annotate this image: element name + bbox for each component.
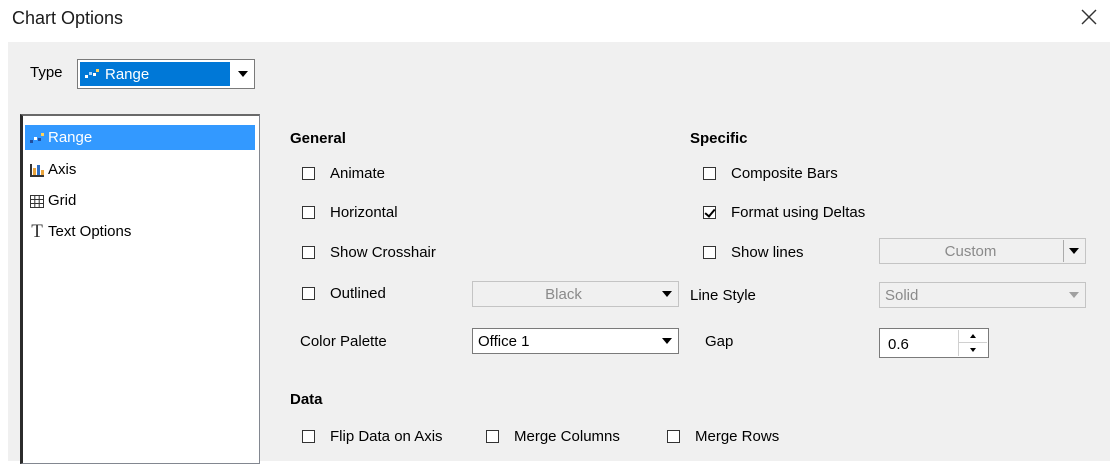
animate-checkbox[interactable] (302, 167, 315, 180)
animate-option[interactable]: Animate (302, 165, 385, 182)
close-button[interactable] (1076, 4, 1102, 30)
tree-item-axis[interactable]: Axis (25, 157, 255, 182)
composite-bars-checkbox[interactable] (703, 167, 716, 180)
type-label: Type (30, 64, 63, 81)
gap-increment-button[interactable] (959, 330, 987, 343)
color-palette-arrow[interactable] (657, 330, 677, 352)
type-dropdown-arrow[interactable] (233, 61, 253, 87)
tree-item-label: Grid (48, 192, 77, 209)
chevron-down-icon (1069, 292, 1079, 298)
crosshair-label: Show Crosshair (330, 244, 436, 261)
merge-rows-checkbox[interactable] (667, 430, 680, 443)
tree-item-label: Axis (48, 161, 77, 178)
tree-item-label: Range (48, 129, 93, 146)
outlined-label: Outlined (330, 285, 386, 302)
close-icon (1081, 9, 1097, 25)
merge-rows-option[interactable]: Merge Rows (667, 428, 779, 445)
tree-item-range[interactable]: Range (25, 125, 255, 150)
chevron-down-icon (970, 347, 976, 352)
crosshair-checkbox[interactable] (302, 246, 315, 259)
type-dropdown-value: Range (105, 65, 150, 83)
chevron-down-icon (662, 338, 672, 344)
show-lines-checkbox[interactable] (703, 246, 716, 259)
horizontal-checkbox[interactable] (302, 206, 315, 219)
gap-spinner[interactable]: 0.6 (879, 328, 989, 358)
deltas-checkbox[interactable] (703, 206, 716, 219)
axis-icon (29, 162, 45, 178)
outline-color-dropdown[interactable]: Black (472, 281, 679, 307)
line-style-arrow[interactable] (1064, 284, 1084, 306)
merge-rows-label: Merge Rows (695, 428, 780, 445)
chevron-down-icon (662, 291, 672, 297)
outlined-option[interactable]: Outlined (302, 285, 386, 302)
deltas-label: Format using Deltas (731, 204, 866, 221)
general-heading: General (290, 130, 346, 147)
tree-item-text-options[interactable]: T Text Options (25, 219, 255, 244)
gap-value: 0.6 (888, 336, 909, 353)
color-palette-dropdown[interactable]: Office 1 (472, 328, 679, 354)
data-heading: Data (290, 391, 323, 408)
show-lines-arrow[interactable] (1063, 240, 1084, 262)
show-lines-option[interactable]: Show lines (703, 244, 804, 261)
horizontal-option[interactable]: Horizontal (302, 204, 398, 221)
color-palette-value: Office 1 (478, 333, 530, 350)
gap-decrement-button[interactable] (959, 343, 987, 356)
composite-bars-option[interactable]: Composite Bars (703, 165, 838, 182)
line-style-dropdown[interactable]: Solid (879, 282, 1086, 308)
text-options-icon: T (31, 220, 43, 242)
flip-data-checkbox[interactable] (302, 430, 315, 443)
tree-item-grid[interactable]: Grid (25, 188, 255, 213)
window-title: Chart Options (12, 8, 124, 28)
show-lines-value: Custom (944, 243, 997, 260)
line-style-value: Solid (885, 287, 919, 304)
line-style-label: Line Style (690, 287, 756, 304)
type-dropdown[interactable]: Range (77, 59, 255, 89)
merge-columns-label: Merge Columns (514, 428, 620, 445)
flip-data-label: Flip Data on Axis (330, 428, 443, 445)
merge-columns-option[interactable]: Merge Columns (486, 428, 620, 445)
chevron-down-icon (238, 71, 248, 77)
show-lines-dropdown[interactable]: Custom (879, 238, 1086, 264)
grid-icon (29, 193, 45, 209)
composite-bars-label: Composite Bars (731, 165, 838, 182)
category-tree: Range Axis Grid T Text Options (20, 114, 260, 464)
range-icon (85, 68, 99, 80)
gap-label: Gap (705, 333, 734, 350)
deltas-option[interactable]: Format using Deltas (703, 204, 865, 221)
chevron-up-icon (970, 334, 976, 338)
flip-data-option[interactable]: Flip Data on Axis (302, 428, 443, 445)
outline-color-arrow[interactable] (657, 283, 677, 305)
chevron-down-icon (1069, 248, 1079, 254)
crosshair-option[interactable]: Show Crosshair (302, 244, 436, 261)
color-palette-label: Color Palette (300, 333, 387, 350)
animate-label: Animate (330, 165, 386, 182)
tree-item-label: Text Options (48, 223, 132, 240)
merge-columns-checkbox[interactable] (486, 430, 499, 443)
horizontal-label: Horizontal (330, 204, 398, 221)
specific-heading: Specific (690, 130, 748, 147)
outline-color-value: Black (545, 286, 582, 303)
show-lines-label: Show lines (731, 244, 804, 261)
outlined-checkbox[interactable] (302, 287, 315, 300)
range-icon (29, 130, 45, 146)
